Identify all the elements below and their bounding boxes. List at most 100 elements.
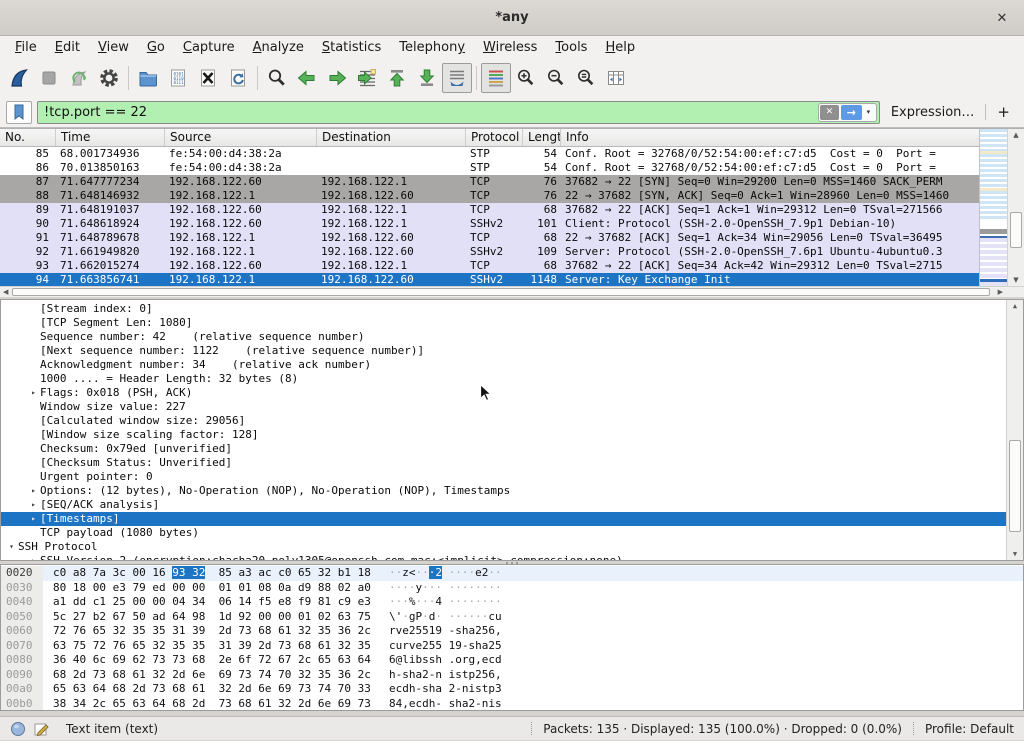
collapse-arrow-icon[interactable]: ▾ <box>5 540 18 554</box>
menu-view[interactable]: View <box>89 38 138 57</box>
resize-columns-button[interactable] <box>601 63 631 93</box>
packet-row[interactable]: 8871.648146932192.168.122.1192.168.122.6… <box>0 189 1024 203</box>
detail-line[interactable]: [TCP Segment Len: 1080] <box>1 316 1023 330</box>
menu-statistics[interactable]: Statistics <box>313 38 390 57</box>
ascii-bytes[interactable]: ···%···4 ········ <box>381 595 502 610</box>
packet-row[interactable]: 8971.648191037192.168.122.60192.168.122.… <box>0 203 1024 217</box>
ascii-bytes[interactable]: rve25519 -sha256, <box>381 624 502 639</box>
colorize-packets-button[interactable] <box>481 63 511 93</box>
zoom-out-button[interactable] <box>541 63 571 93</box>
hex-bytes[interactable]: 80 18 00 e3 79 ed 00 00 01 01 08 0a d9 8… <box>43 581 381 596</box>
column-header-time[interactable]: Time <box>56 129 165 146</box>
ascii-bytes[interactable]: \'·gP·d· ······cu <box>381 610 502 625</box>
scrollbar-thumb[interactable] <box>1009 440 1021 532</box>
scrollbar-thumb[interactable] <box>12 288 990 296</box>
expand-arrow-icon[interactable]: ▸ <box>27 386 40 400</box>
detail-line[interactable]: [Window size scaling factor: 128] <box>1 428 1023 442</box>
hex-row[interactable]: 007063 75 72 76 65 32 35 35 31 39 2d 73 … <box>1 639 1023 654</box>
go-forward-button[interactable] <box>322 63 352 93</box>
menu-telephony[interactable]: Telephony <box>390 38 474 57</box>
menu-analyze[interactable]: Analyze <box>244 38 313 57</box>
menu-tools[interactable]: Tools <box>546 38 596 57</box>
hex-row[interactable]: 00505c 27 b2 67 50 ad 64 98 1d 92 00 00 … <box>1 610 1023 625</box>
ascii-bytes[interactable]: curve255 19-sha25 <box>381 639 502 654</box>
details-vertical-scrollbar[interactable]: ▲ ▼ <box>1006 300 1023 560</box>
hex-bytes[interactable]: 36 40 6c 69 62 73 73 68 2e 6f 72 67 2c 6… <box>43 653 381 668</box>
packet-row[interactable]: 8771.647777234192.168.122.60192.168.122.… <box>0 175 1024 189</box>
filter-clear-button[interactable]: ✕ <box>820 105 839 120</box>
detail-line-seq-ack[interactable]: ▸[SEQ/ACK analysis] <box>1 498 1023 512</box>
packet-list-vertical-scrollbar[interactable]: ▲ ▼ <box>1007 129 1024 286</box>
detail-line[interactable]: TCP payload (1080 bytes) <box>1 526 1023 540</box>
packet-row-selected[interactable]: 9471.663856741192.168.122.1192.168.122.6… <box>0 273 1024 287</box>
save-file-button[interactable]: 010101100111 <box>163 63 193 93</box>
menu-file[interactable]: File <box>6 38 46 57</box>
expand-arrow-icon[interactable]: ▸ <box>27 554 40 561</box>
column-header-destination[interactable]: Destination <box>317 129 466 146</box>
scroll-down-icon[interactable]: ▼ <box>1008 274 1024 286</box>
expand-arrow-icon[interactable]: ▸ <box>27 498 40 512</box>
hex-bytes[interactable]: 63 75 72 76 65 32 35 35 31 39 2d 73 68 6… <box>43 639 381 654</box>
column-header-protocol[interactable]: Protocol <box>466 129 523 146</box>
detail-line[interactable]: [Checksum Status: Unverified] <box>1 456 1023 470</box>
detail-line[interactable]: 1000 .... = Header Length: 32 bytes (8) <box>1 372 1023 386</box>
hex-bytes[interactable]: 38 34 2c 65 63 64 68 2d 73 68 61 32 2d 6… <box>43 697 381 712</box>
reload-file-button[interactable] <box>223 63 253 93</box>
detail-line[interactable]: [Next sequence number: 1122 (relative se… <box>1 344 1023 358</box>
filter-bookmark-button[interactable] <box>6 101 32 124</box>
column-header-no[interactable]: No. <box>0 129 56 146</box>
packet-row[interactable]: 9171.648789678192.168.122.1192.168.122.6… <box>0 231 1024 245</box>
go-to-packet-button[interactable] <box>352 63 382 93</box>
hex-bytes[interactable]: a1 dd c1 25 00 00 04 34 06 14 f5 e8 f9 8… <box>43 595 381 610</box>
menu-capture[interactable]: Capture <box>174 38 244 57</box>
scroll-up-icon[interactable]: ▲ <box>1008 129 1024 141</box>
scrollbar-thumb[interactable] <box>1010 212 1022 248</box>
hex-bytes[interactable]: c0 a8 7a 3c 00 16 93 32 85 a3 ac c0 65 3… <box>43 566 381 581</box>
hex-row[interactable]: 009068 2d 73 68 61 32 2d 6e 69 73 74 70 … <box>1 668 1023 683</box>
zoom-in-button[interactable] <box>511 63 541 93</box>
hex-bytes[interactable]: 5c 27 b2 67 50 ad 64 98 1d 92 00 00 01 0… <box>43 610 381 625</box>
packet-minimap[interactable] <box>979 129 1007 286</box>
hex-row[interactable]: 00a065 63 64 68 2d 73 68 61 32 2d 6e 69 … <box>1 682 1023 697</box>
ascii-bytes[interactable]: ····y··· ········ <box>381 581 502 596</box>
close-file-button[interactable] <box>193 63 223 93</box>
auto-scroll-button[interactable] <box>442 63 472 93</box>
display-filter-input[interactable] <box>44 105 818 120</box>
menu-wireless[interactable]: Wireless <box>474 38 546 57</box>
detail-line-flags[interactable]: ▸Flags: 0x018 (PSH, ACK) <box>1 386 1023 400</box>
menu-go[interactable]: Go <box>138 38 174 57</box>
hex-row[interactable]: 006072 76 65 32 35 35 31 39 2d 73 68 61 … <box>1 624 1023 639</box>
detail-line[interactable]: Checksum: 0x79ed [unverified] <box>1 442 1023 456</box>
status-profile[interactable]: Profile: Default <box>925 722 1014 736</box>
scroll-right-icon[interactable]: ▶ <box>998 287 1003 297</box>
detail-line-options[interactable]: ▸Options: (12 bytes), No-Operation (NOP)… <box>1 484 1023 498</box>
detail-line[interactable]: [Stream index: 0] <box>1 302 1023 316</box>
packet-row[interactable]: 8670.013850163fe:54:00:d4:38:2aSTP54Conf… <box>0 161 1024 175</box>
hex-row[interactable]: 008036 40 6c 69 62 73 73 68 2e 6f 72 67 … <box>1 653 1023 668</box>
hex-bytes[interactable]: 72 76 65 32 35 35 31 39 2d 73 68 61 32 3… <box>43 624 381 639</box>
detail-line[interactable]: Sequence number: 42 (relative sequence n… <box>1 330 1023 344</box>
ascii-bytes[interactable]: ··z<···2 ····e2·· <box>381 566 502 581</box>
detail-line-ssh-version[interactable]: ▸SSH Version 2 (encryption:chacha20-poly… <box>1 554 1023 561</box>
detail-line-timestamps-selected[interactable]: ▸[Timestamps] <box>1 512 1023 526</box>
go-back-button[interactable] <box>292 63 322 93</box>
packet-row[interactable]: 9271.661949820192.168.122.1192.168.122.6… <box>0 245 1024 259</box>
capture-comment-icon[interactable] <box>33 721 49 737</box>
zoom-original-button[interactable] <box>571 63 601 93</box>
ascii-bytes[interactable]: 84,ecdh- sha2-nis <box>381 697 502 712</box>
hex-row[interactable]: 003080 18 00 e3 79 ed 00 00 01 01 08 0a … <box>1 581 1023 596</box>
scroll-down-icon[interactable]: ▼ <box>1007 548 1023 560</box>
column-header-info[interactable]: Info <box>561 129 1024 146</box>
stop-capture-button[interactable] <box>34 63 64 93</box>
expression-button[interactable]: Expression… <box>885 105 981 120</box>
detail-line[interactable]: Acknowledgment number: 34 (relative ack … <box>1 358 1023 372</box>
find-packet-button[interactable] <box>262 63 292 93</box>
column-header-source[interactable]: Source <box>165 129 317 146</box>
expand-arrow-icon[interactable]: ▸ <box>27 512 40 526</box>
filter-apply-button[interactable]: → <box>841 105 862 120</box>
hex-row[interactable]: 0040a1 dd c1 25 00 00 04 34 06 14 f5 e8 … <box>1 595 1023 610</box>
packet-row[interactable]: 9371.662015274192.168.122.60192.168.122.… <box>0 259 1024 273</box>
hex-bytes[interactable]: 68 2d 73 68 61 32 2d 6e 69 73 74 70 32 3… <box>43 668 381 683</box>
ascii-bytes[interactable]: 6@libssh .org,ecd <box>381 653 502 668</box>
expand-arrow-icon[interactable]: ▸ <box>27 484 40 498</box>
